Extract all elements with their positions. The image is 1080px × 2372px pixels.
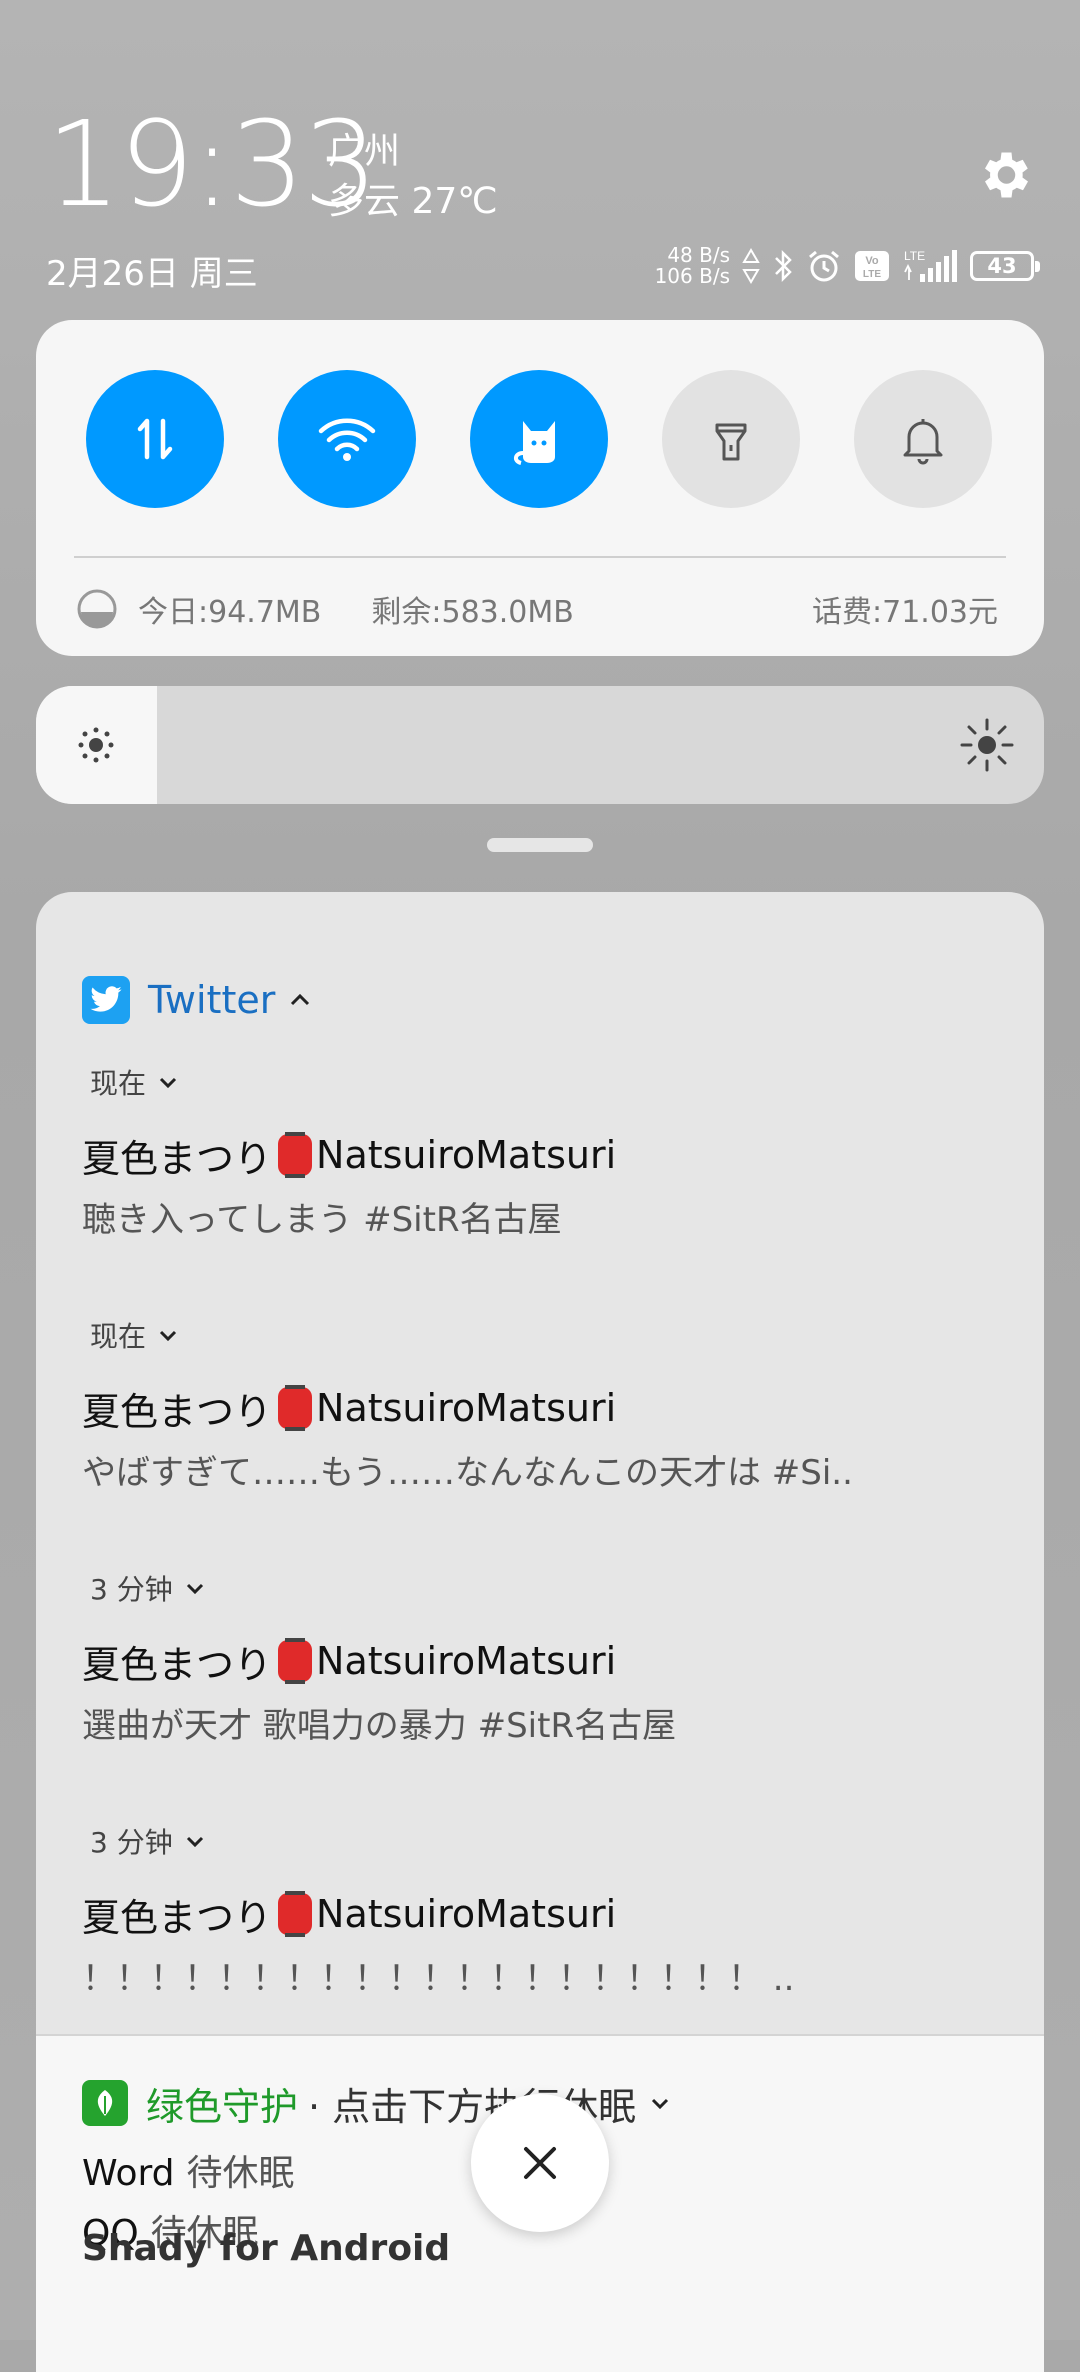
notification-item[interactable]: 现在 夏色まつり NatsuiroMatsuri やばすぎて……もう……なんなんこ… (82, 1315, 1002, 1494)
twitter-header[interactable]: Twitter (82, 972, 311, 1028)
speed-up: 48 B/s (667, 243, 730, 267)
date: 2月26日 周三 (46, 254, 258, 294)
hibernate-item: Word 待休眠 (82, 2144, 295, 2196)
data-arrows-icon (137, 418, 173, 460)
usage-today: 今日:94.7MB (138, 595, 322, 630)
notification-body: 選曲が天才 歌唱力の暴力 #SitR名古屋 (82, 1706, 677, 1746)
wifi-toggle[interactable] (278, 370, 416, 508)
green-guard-app-name: 绿色守护 (146, 2084, 299, 2129)
notification-time: 3 分钟 (90, 1826, 173, 1859)
lantern-icon (278, 1638, 313, 1684)
notification-author: 夏色まつり (82, 1895, 273, 1940)
svg-text:Vo: Vo (865, 255, 879, 267)
twitter-icon (82, 976, 130, 1024)
notification-item[interactable]: 3 分钟 夏色まつり NatsuiroMatsuri ！！！！！！！！！！！！！！… (82, 1821, 1002, 2000)
leaf-icon (82, 2080, 128, 2126)
chevron-down-icon[interactable] (185, 1582, 205, 1594)
brightness-low-icon (78, 727, 114, 763)
chevron-up-icon[interactable] (289, 993, 311, 1007)
hibernate-status: 待休眠 (186, 2153, 295, 2194)
notification-author: 夏色まつり (82, 1642, 273, 1687)
cat-app-toggle[interactable] (470, 370, 608, 508)
bell-icon (903, 419, 943, 465)
lte-signal-icon: LTE (904, 249, 957, 282)
status-bar: 48 B/s 106 B/s Vo LTE LTE 43 (655, 240, 1040, 292)
notification-author-handle: NatsuiroMatsuri (316, 1892, 617, 1936)
notification-author-handle: NatsuiroMatsuri (316, 1386, 617, 1430)
notification-time: 现在 (90, 1320, 147, 1353)
notification-item[interactable]: 3 分钟 夏色まつり NatsuiroMatsuri 選曲が天才 歌唱力の暴力 #… (82, 1568, 1002, 1747)
alarm-icon (809, 250, 839, 282)
notification-body: 聴き入ってしまう #SitR名古屋 (82, 1200, 562, 1240)
notification-toggle[interactable] (854, 370, 992, 508)
bluetooth-icon (775, 249, 792, 283)
lantern-icon (278, 1385, 313, 1431)
svg-text:LTE: LTE (904, 249, 925, 263)
chevron-down-icon[interactable] (650, 2097, 670, 2109)
drag-handle[interactable] (487, 838, 593, 852)
chevron-down-icon[interactable] (185, 1835, 205, 1847)
brightness-slider[interactable] (36, 686, 1044, 804)
clock[interactable]: 19:33 (46, 105, 378, 223)
notification-time: 现在 (90, 1067, 147, 1100)
flashlight-icon (715, 423, 747, 461)
flashlight-toggle[interactable] (662, 370, 800, 508)
transfer-arrows-icon (742, 248, 760, 284)
clear-notifications-button[interactable] (471, 2094, 609, 2232)
lantern-icon (278, 1891, 313, 1937)
divider (74, 556, 1006, 558)
notification-author: 夏色まつり (82, 1389, 273, 1434)
notification-item[interactable]: 现在 夏色まつり NatsuiroMatsuri 聴き入ってしまう #SitR名古… (82, 1062, 1002, 1241)
weather-city: 广州 (328, 131, 401, 172)
lantern-icon (278, 1132, 313, 1178)
twitter-app-name: Twitter (148, 978, 276, 1022)
volte-icon: Vo LTE (855, 251, 889, 281)
battery-icon: 43 (970, 251, 1040, 281)
data-usage-row[interactable]: 今日:94.7MB 剩余:583.0MB 话费:71.03元 (76, 584, 998, 634)
notification-author-handle: NatsuiroMatsuri (316, 1639, 617, 1683)
speed-down: 106 B/s (654, 264, 730, 288)
notification-body: ！！！！！！！！！！！！！！！！！！！！ .. (82, 1959, 795, 1999)
usage-gauge-icon (77, 589, 117, 629)
chevron-down-icon[interactable] (158, 1076, 178, 1088)
wifi-icon (318, 418, 376, 461)
notification-author-handle: NatsuiroMatsuri (316, 1133, 617, 1177)
svg-text:LTE: LTE (863, 269, 881, 280)
battery-level: 43 (987, 254, 1017, 278)
notification-body: やばすぎて……もう……なんなんこの天才は #Si.. (82, 1453, 853, 1493)
close-icon (524, 2147, 556, 2179)
gear-icon[interactable] (974, 145, 1034, 205)
cat-icon (514, 421, 555, 465)
next-notification-partial[interactable]: Shady for Android (82, 2228, 450, 2269)
weather-condition: 多云 27℃ (328, 181, 498, 222)
mobile-data-toggle[interactable] (86, 370, 224, 508)
notification-author: 夏色まつり (82, 1136, 273, 1181)
hibernate-app: Word (82, 2153, 175, 2194)
brightness-high-icon (960, 718, 1014, 772)
chevron-down-icon[interactable] (158, 1329, 178, 1341)
network-speed: 48 B/s 106 B/s (655, 245, 730, 287)
usage-remaining: 剩余:583.0MB (371, 595, 574, 630)
phone-fee: 话费:71.03元 (812, 595, 998, 630)
notification-time: 3 分钟 (90, 1573, 173, 1606)
quick-settings-panel: 今日:94.7MB 剩余:583.0MB 话费:71.03元 (36, 320, 1044, 656)
